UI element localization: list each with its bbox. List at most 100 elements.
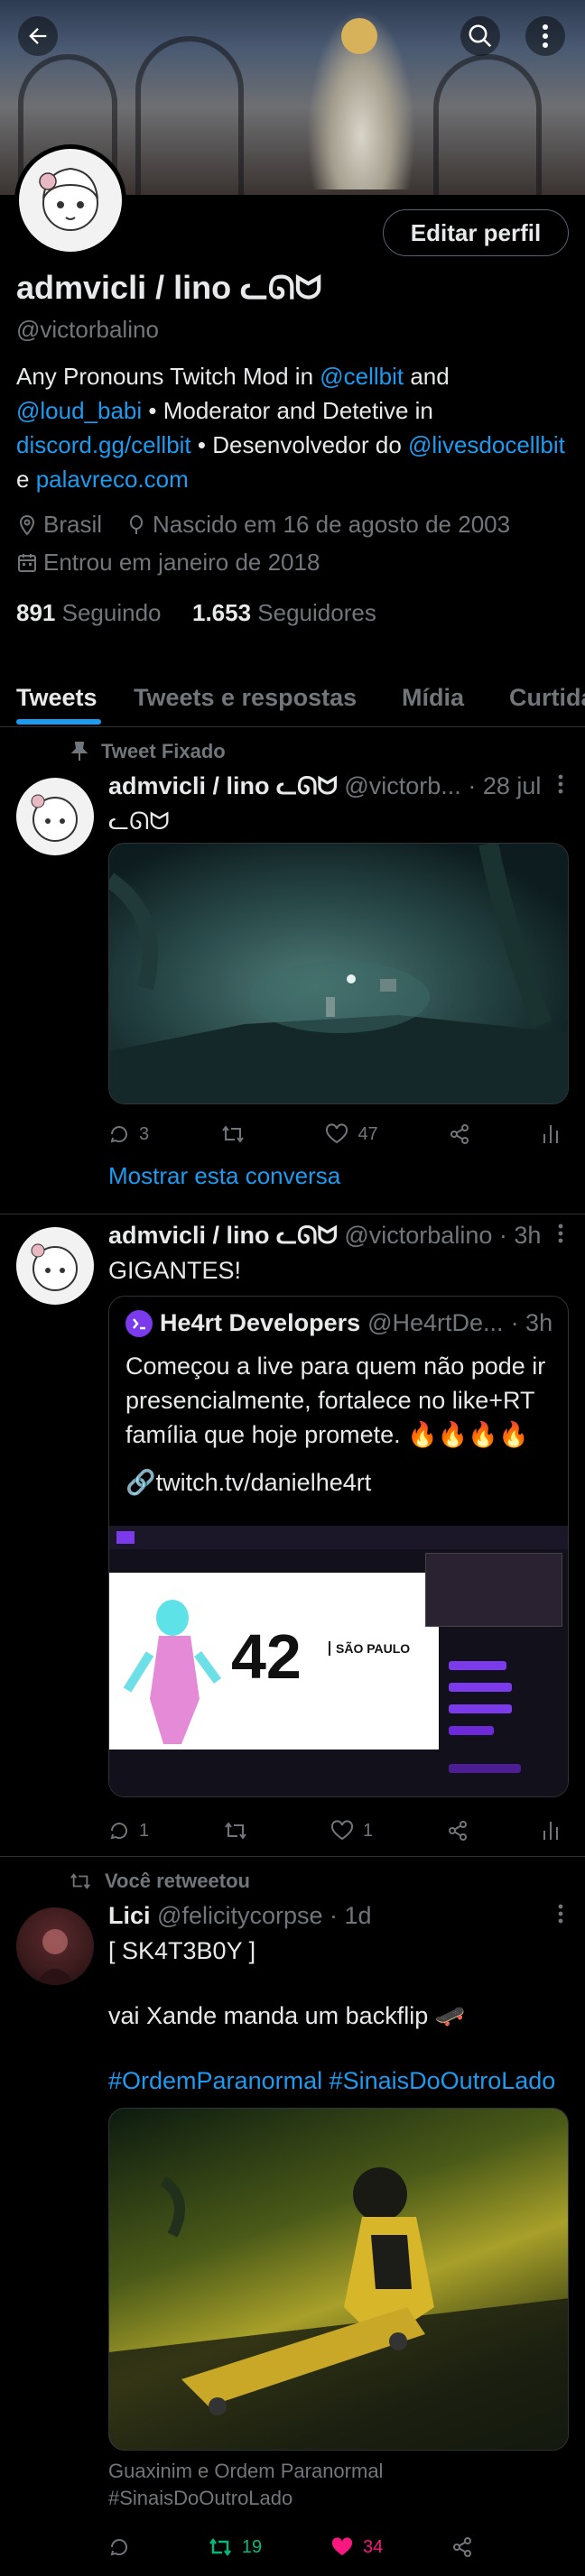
quote-text: Começou a live para quem não pode ir pre… [125, 1353, 546, 1448]
pinned-context: Tweet Fixado [70, 740, 226, 763]
pin-icon [70, 742, 88, 762]
followers-link[interactable]: 1.653 Seguidores [192, 599, 376, 626]
retweet-icon [220, 1123, 246, 1145]
reply-icon [108, 2536, 130, 2558]
tweet-author-handle[interactable]: @victorb... [344, 772, 460, 799]
tweet-retweeted[interactable]: Você retweetou Lici @felicitycorpse · 1d… [0, 1857, 585, 2576]
retweet-small-icon [69, 1871, 92, 1891]
reply-button[interactable]: 3 [108, 1123, 149, 1145]
arrow-left-icon [25, 23, 51, 49]
tweet-pinned[interactable]: Tweet Fixado admvicli / lino ᓚᘏᗢ @victor… [0, 727, 585, 1214]
tweet-text-line2: vai Xande manda um backflip 🛹 [108, 2002, 466, 2029]
tweet-avatar[interactable] [16, 778, 94, 855]
retweet-icon [208, 2536, 233, 2558]
heart-filled-icon [330, 2536, 354, 2558]
tweet-actions: 19 34 [108, 2534, 560, 2561]
quote-link[interactable]: 🔗twitch.tv/danielhe4rt [125, 1468, 371, 1497]
share-icon [451, 2536, 473, 2558]
bio-link-discord[interactable]: discord.gg/cellbit [16, 431, 191, 458]
he4rt-logo-icon [125, 1309, 153, 1337]
bio-link-loud-babi[interactable]: @loud_babi [16, 397, 142, 424]
tweet-more-icon[interactable] [558, 1904, 569, 1924]
retweet-icon [223, 1820, 248, 1842]
tab-likes[interactable]: Curtidas [509, 684, 585, 712]
profile-name: admvicli / lino ᓚᘏᗢ [16, 269, 322, 306]
quote-time: · 3h [510, 1309, 553, 1336]
tweet-time[interactable]: · 1d [330, 1902, 372, 1929]
back-button[interactable] [18, 16, 58, 56]
quote-media-image[interactable]: 42 SÃO PAULO [109, 1526, 568, 1796]
bio-link-cellbit[interactable]: @cellbit [320, 363, 404, 390]
share-button[interactable] [447, 1820, 469, 1842]
tab-active-indicator [16, 719, 101, 725]
tweet-actions: 1 1 [108, 1817, 560, 1844]
tweet-author-handle[interactable]: @felicitycorpse [157, 1902, 322, 1929]
edit-profile-button[interactable]: Editar perfil [383, 209, 569, 256]
tweet-text: GIGANTES! [108, 1257, 242, 1284]
share-button[interactable] [451, 2536, 473, 2558]
tweet-avatar[interactable] [16, 1227, 94, 1305]
tweet-media-image[interactable] [108, 2108, 569, 2451]
bio-link-palavreco[interactable]: palavreco.com [36, 466, 189, 493]
tweet-author-name[interactable]: admvicli / lino ᓚᘏᗢ [108, 1222, 338, 1249]
like-button[interactable]: 1 [330, 1820, 373, 1842]
tweet-author-name[interactable]: admvicli / lino ᓚᘏᗢ [108, 772, 338, 799]
retweet-button[interactable]: 19 [208, 2536, 262, 2558]
like-button[interactable]: 47 [325, 1123, 378, 1145]
quote-overlay-title: 42 [231, 1621, 302, 1692]
tweet-avatar[interactable] [16, 1907, 94, 1985]
show-thread-link[interactable]: Mostrar esta conversa [108, 1162, 340, 1190]
following-link[interactable]: 891 Seguindo [16, 599, 162, 626]
retweet-button[interactable] [223, 1820, 257, 1842]
analytics-button[interactable] [542, 1123, 560, 1145]
share-icon [449, 1123, 470, 1145]
reply-button[interactable] [108, 2536, 139, 2558]
share-icon [447, 1820, 469, 1842]
tweet-hashtags: #OrdemParanormal #SinaisDoOutroLado [108, 2064, 569, 2097]
calendar-icon [16, 552, 38, 574]
retweet-button[interactable] [220, 1123, 255, 1145]
profile-bio: Any Pronouns Twitch Mod in @cellbit and … [16, 363, 565, 493]
quoted-tweet[interactable]: He4rt Developers @He4rtDe... · 3h Começo… [108, 1296, 569, 1797]
heart-icon [330, 1820, 354, 1842]
like-button[interactable]: 34 [330, 2536, 383, 2558]
profile-handle: @victorbalino [16, 316, 159, 343]
bio-link-livesdocellbit[interactable]: @livesdocellbit [408, 431, 565, 458]
share-button[interactable] [449, 1123, 470, 1145]
tweet-author-name[interactable]: Lici [108, 1902, 151, 1929]
tweet-header: Lici @felicitycorpse · 1d [108, 1902, 569, 1930]
hashtag-ordem-paranormal[interactable]: #OrdemParanormal [108, 2067, 322, 2094]
analytics-button[interactable] [542, 1820, 560, 1842]
quote-overlay-sub: SÃO PAULO [329, 1641, 410, 1656]
profile-birthday: Nascido em 16 de agosto de 2003 [153, 511, 511, 538]
tweet-time[interactable]: · 3h [499, 1222, 542, 1249]
reply-icon [108, 1820, 130, 1842]
tweet-media-image[interactable] [108, 843, 569, 1104]
tweet-time[interactable]: · 28 jul [468, 772, 541, 799]
tweet-header: admvicli / lino ᓚᘏᗢ @victorb... · 28 jul [108, 772, 569, 801]
hashtag-sinais-do-outro-lado[interactable]: #SinaisDoOutroLado [330, 2067, 556, 2094]
balloon-icon [125, 514, 147, 536]
profile-avatar[interactable] [14, 144, 126, 256]
tweet-text: ᓚᘏᗢ [108, 808, 170, 835]
more-button[interactable] [525, 16, 565, 56]
tab-tweets[interactable]: Tweets [16, 684, 98, 712]
retweet-context: Você retweetou [69, 1870, 250, 1893]
follow-stats: 891 Seguindo 1.653 Seguidores [16, 599, 376, 627]
profile-location: Brasil [43, 511, 103, 538]
profile-joined: Entrou em janeiro de 2018 [43, 549, 320, 576]
quote-header: He4rt Developers @He4rtDe... · 3h [125, 1309, 559, 1337]
more-vertical-icon [542, 23, 549, 49]
location-icon [16, 514, 38, 536]
tweet-header: admvicli / lino ᓚᘏᗢ @victorbalino · 3h [108, 1222, 569, 1251]
reply-button[interactable]: 1 [108, 1820, 149, 1842]
tab-media[interactable]: Mídia [402, 684, 464, 712]
media-caption: Guaxinim e Ordem Paranormal #SinaisDoOut… [108, 2460, 384, 2509]
analytics-icon [542, 1123, 560, 1145]
tweet-more-icon[interactable] [558, 1223, 569, 1243]
reply-icon [108, 1123, 130, 1145]
tab-tweets-replies[interactable]: Tweets e respostas [134, 684, 357, 712]
tweet-more-icon[interactable] [558, 774, 569, 794]
tweet-author-handle[interactable]: @victorbalino [344, 1222, 492, 1249]
search-button[interactable] [460, 16, 500, 56]
